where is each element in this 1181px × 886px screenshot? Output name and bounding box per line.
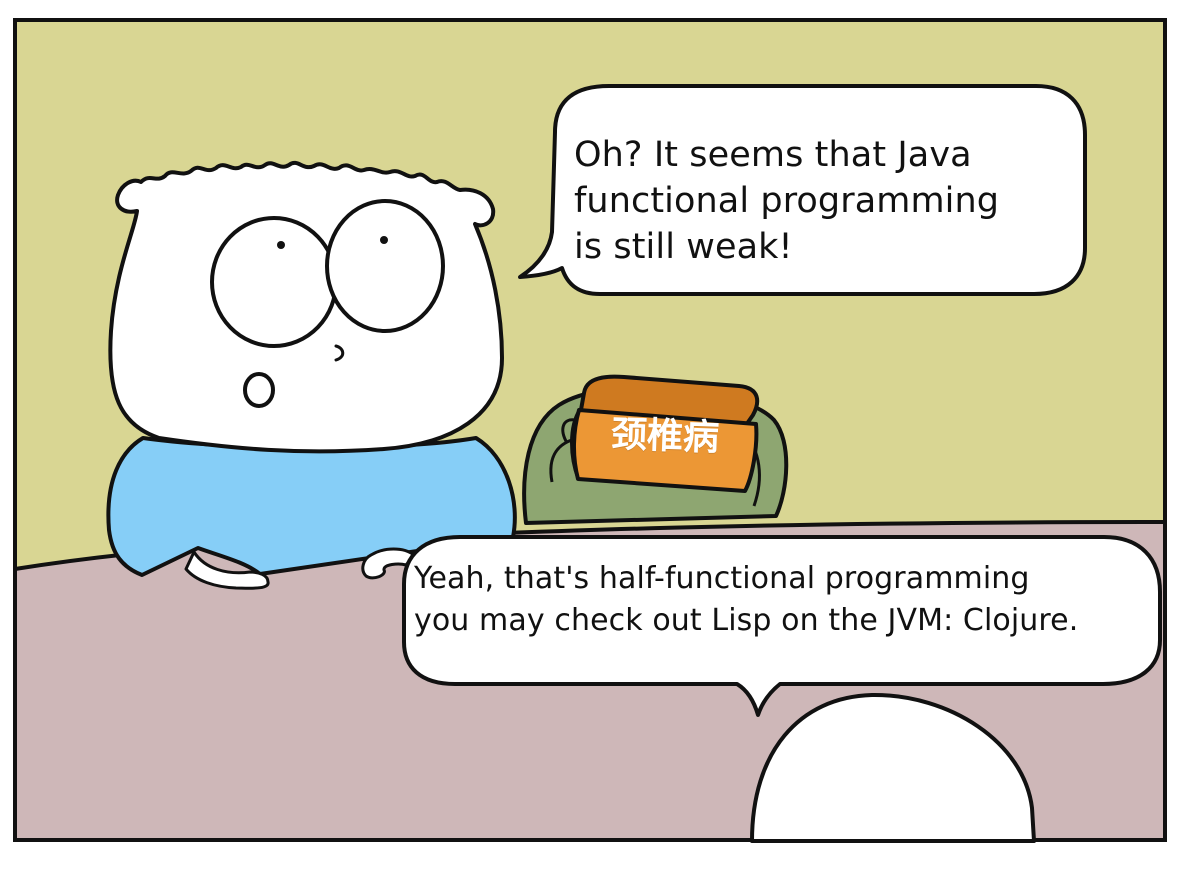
sign-text: 颈椎病 [610, 414, 720, 459]
top-speech-line: is still weak! [574, 227, 793, 267]
left-pupil [277, 241, 285, 249]
mouth [243, 372, 275, 408]
right-eye [325, 199, 445, 333]
top-speech-line: functional programming [574, 181, 1000, 221]
left-eye [210, 216, 338, 348]
bottom-speech-line: Yeah, that's half-functional programming [414, 561, 1030, 596]
right-pupil [380, 236, 388, 244]
comic-panel: Oh? It seems that Java functional progra… [0, 0, 1181, 886]
white-character [106, 160, 517, 590]
top-speech-line: Oh? It seems that Java [574, 135, 972, 175]
top-speech-text: Oh? It seems that Java functional progra… [574, 132, 999, 270]
bottom-speech-text: Yeah, that's half-functional programming… [414, 558, 1078, 642]
bottom-speech-line: you may check out Lisp on the JVM: Cloju… [414, 603, 1079, 638]
